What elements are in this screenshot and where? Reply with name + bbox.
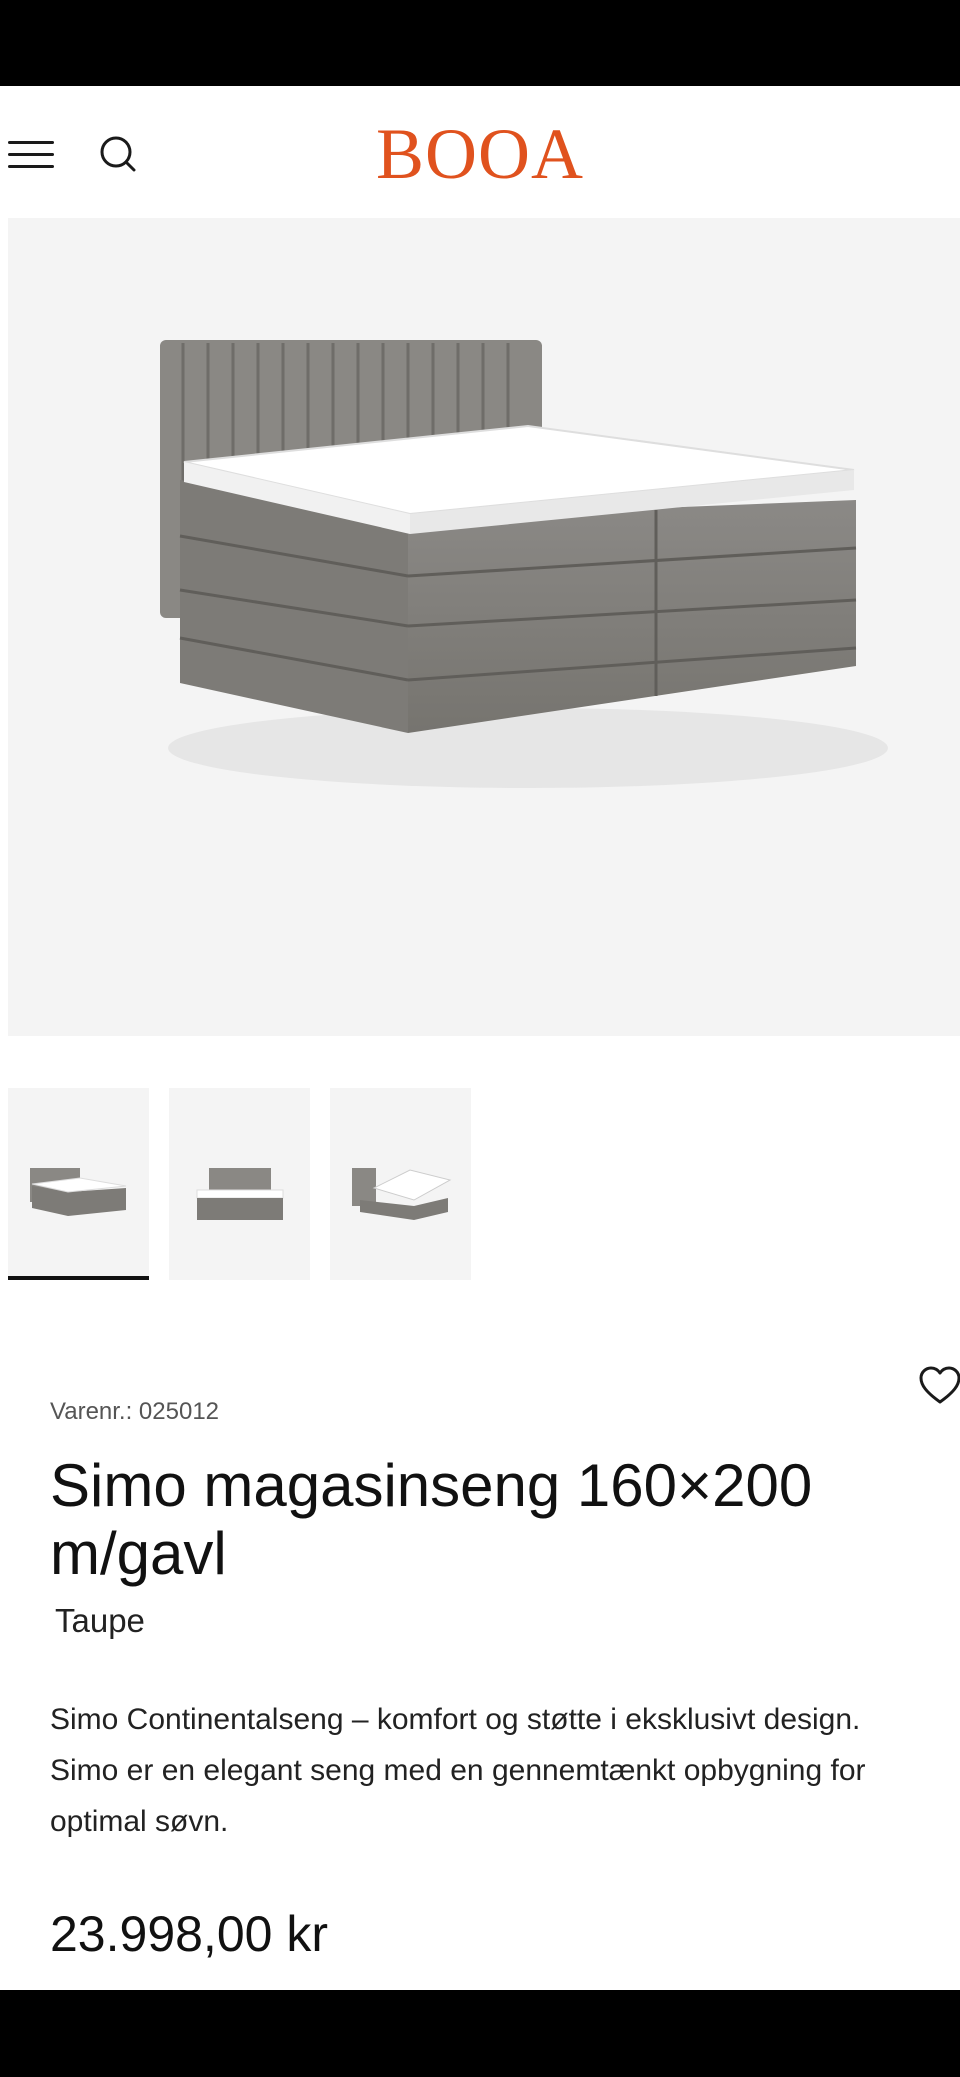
product-sku: Varenr.: 025012 [50,1398,220,1425]
thumbnail-bed-angled [30,1168,127,1216]
thumbnail-bed-front [196,1168,284,1220]
site-header: BOOA [0,86,960,218]
product-price: 23.998,00 kr [50,1906,328,1962]
system-navigation-bar [0,1990,960,2077]
product-variant: Taupe [55,1602,145,1639]
thumbnail-bed-storage [352,1168,452,1220]
product-description: Simo Continentalseng – komfort og støtte… [50,1703,866,1838]
product-title: Simo magasinseng 160×200 m/gavl [50,1452,813,1587]
thumbnail-3[interactable] [330,1088,471,1280]
status-bar [0,0,960,86]
product-main-image[interactable] [8,218,960,1036]
heart-icon [919,1366,960,1404]
favorite-button[interactable] [918,1364,960,1408]
bed-image [160,340,888,788]
thumbnail-2[interactable] [169,1088,310,1280]
thumbnail-1[interactable] [8,1088,149,1280]
brand-logo[interactable]: BOOA [0,118,960,190]
